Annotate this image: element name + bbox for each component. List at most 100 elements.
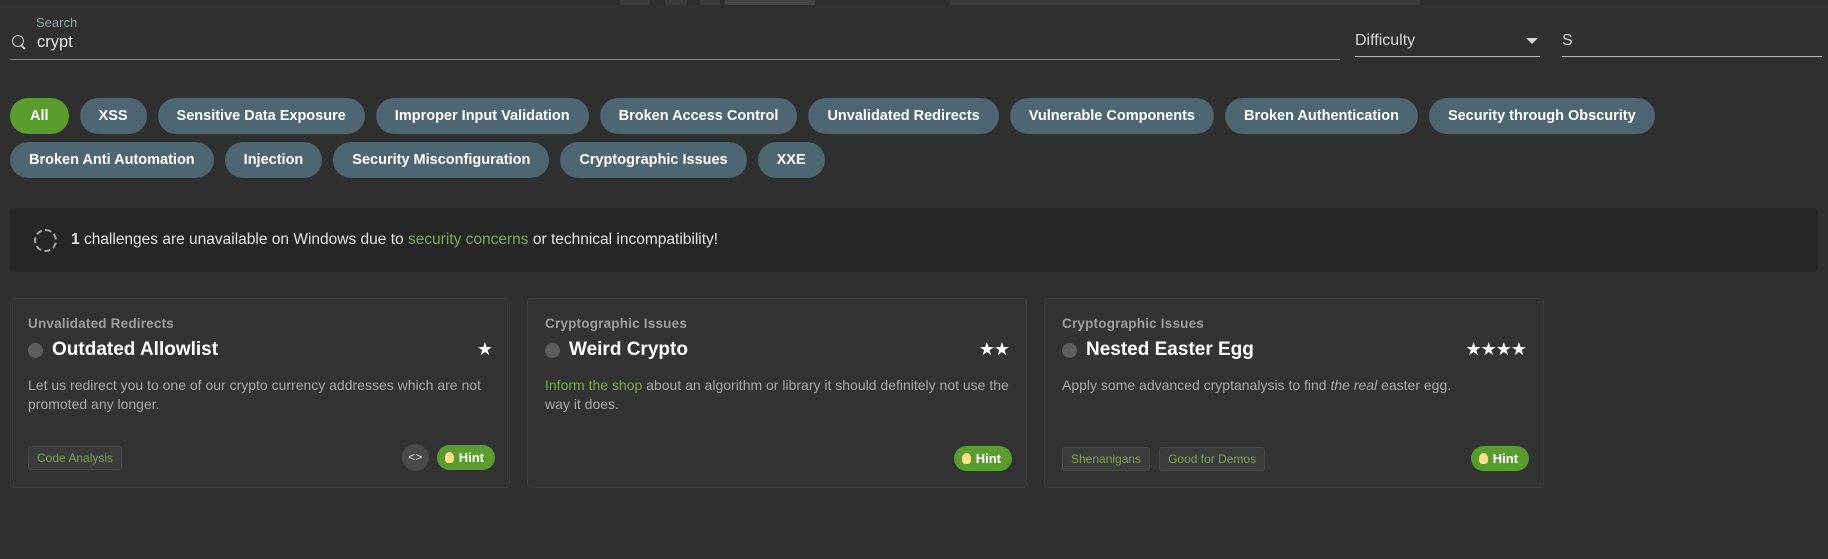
lightbulb-icon — [1478, 453, 1488, 464]
category-chip-sensitive-data-exposure[interactable]: Sensitive Data Exposure — [157, 98, 365, 134]
challenge-title-group: Outdated Allowlist — [28, 339, 218, 361]
hint-button-label: Hint — [1492, 451, 1518, 466]
challenge-tag[interactable]: Good for Demos — [1159, 446, 1266, 471]
challenge-card[interactable]: Cryptographic Issues Weird Crypto ★★ Inform… — [527, 298, 1027, 488]
hint-button[interactable]: Hint — [953, 446, 1012, 471]
search-input-row[interactable]: crypt — [10, 31, 1340, 60]
challenge-card-footer: Shenanigans Good for Demos Hint — [1062, 446, 1529, 471]
challenge-tag[interactable]: Shenanigans — [1062, 446, 1151, 471]
hint-button[interactable]: Hint — [1470, 446, 1529, 471]
hint-button[interactable]: Hint — [436, 445, 495, 470]
description-text: Let us redirect you to one of our crypto… — [28, 377, 481, 412]
category-chip-vulnerable-components[interactable]: Vulnerable Components — [1009, 98, 1214, 134]
category-chip-security-misconfiguration[interactable]: Security Misconfiguration — [333, 142, 550, 178]
description-link[interactable]: Inform the shop — [545, 377, 642, 393]
category-chip-improper-input-validation[interactable]: Improper Input Validation — [375, 98, 589, 134]
banner-count: 1 — [71, 231, 80, 248]
challenge-name: Weird Crypto — [569, 339, 688, 360]
status-select-wrapper[interactable]: S — [1562, 32, 1822, 57]
hint-button-label: Hint — [975, 451, 1001, 466]
category-chip-unvalidated-redirects[interactable]: Unvalidated Redirects — [808, 98, 999, 134]
chip-label: Improper Input Validation — [394, 108, 570, 124]
challenge-name: Outdated Allowlist — [52, 339, 219, 360]
chip-label: Broken Authentication — [1243, 108, 1399, 124]
chip-label: XXE — [776, 152, 806, 168]
challenge-tags: Code Analysis — [28, 445, 123, 470]
difficulty-stars: ★ — [476, 339, 493, 359]
chip-label: Injection — [243, 152, 304, 168]
search-label: Search — [36, 15, 78, 30]
challenge-card-footer: Code Analysis <> Hint — [28, 444, 495, 471]
chevron-down-icon[interactable] — [1526, 38, 1538, 44]
lightbulb-icon — [444, 452, 454, 463]
chip-label: Sensitive Data Exposure — [176, 108, 346, 124]
challenge-card[interactable]: Cryptographic Issues Nested Easter Egg ★★★… — [1044, 298, 1544, 488]
category-filter-chips: All XSS Sensitive Data Exposure Improper In… — [10, 98, 1828, 186]
lightbulb-icon — [961, 453, 971, 464]
description-text: easter egg. — [1377, 377, 1452, 393]
chip-row-2: Broken Anti Automation Injection Security … — [10, 142, 1828, 178]
chip-label: Cryptographic Issues — [579, 152, 728, 168]
challenge-description: Inform the shop about an algorithm or li… — [545, 376, 1009, 414]
category-chip-all[interactable]: All — [10, 98, 69, 134]
unavailable-challenges-banner: 1 challenges are unavailable on Windows … — [10, 208, 1818, 272]
challenge-title-row: Nested Easter Egg ★★★★ — [1062, 339, 1527, 361]
code-snippet-icon-button[interactable]: <> — [401, 444, 429, 471]
difficulty-stars: ★★★★ — [1465, 339, 1527, 359]
banner-text-after: or technical incompatibility! — [532, 231, 719, 248]
category-chip-broken-anti-automation[interactable]: Broken Anti Automation — [10, 142, 214, 178]
chip-label: All — [30, 108, 49, 124]
challenge-card-footer: Hint — [545, 446, 1012, 471]
chip-label: Unvalidated Redirects — [827, 108, 980, 124]
status-select[interactable]: S — [1562, 32, 1822, 57]
hint-button-label: Hint — [458, 450, 484, 465]
challenge-title-group: Weird Crypto — [545, 339, 688, 361]
challenge-title-row: Weird Crypto ★★ — [545, 339, 1010, 361]
score-board-page: Search crypt Difficulty S All XSS Sensitiv… — [0, 0, 1828, 559]
challenge-category: Unvalidated Redirects — [28, 316, 174, 331]
challenge-actions: Hint — [1470, 446, 1529, 471]
banner-text: 1 challenges are unavailable on Windows … — [71, 231, 718, 249]
challenge-category: Cryptographic Issues — [545, 316, 688, 331]
difficulty-select[interactable]: Difficulty — [1355, 32, 1540, 57]
chip-label: Vulnerable Components — [1028, 108, 1195, 124]
chip-row-1: All XSS Sensitive Data Exposure Improper In… — [10, 98, 1828, 134]
challenge-tags: Shenanigans Good for Demos — [1062, 446, 1266, 471]
challenge-tag[interactable]: Code Analysis — [28, 445, 123, 470]
challenge-description: Let us redirect you to one of our crypto… — [28, 376, 492, 414]
category-chip-cryptographic-issues[interactable]: Cryptographic Issues — [560, 142, 747, 178]
search-input[interactable]: crypt — [37, 31, 73, 53]
category-chip-broken-authentication[interactable]: Broken Authentication — [1224, 98, 1418, 134]
security-concerns-link[interactable]: security concerns — [408, 231, 529, 248]
banner-text-before: challenges are unavailable on Windows du… — [83, 231, 404, 248]
challenge-actions: <> Hint — [401, 444, 495, 471]
challenge-description: Apply some advanced cryptanalysis to fin… — [1062, 376, 1526, 395]
difficulty-select-wrapper[interactable]: Difficulty — [1355, 32, 1540, 57]
challenge-card-list: Unvalidated Redirects Outdated Allowlist ★… — [10, 298, 1544, 488]
category-chip-xxe[interactable]: XXE — [757, 142, 825, 178]
challenge-card[interactable]: Unvalidated Redirects Outdated Allowlist ★… — [10, 298, 510, 488]
spinner-icon — [34, 228, 57, 252]
category-chip-broken-access-control[interactable]: Broken Access Control — [599, 98, 798, 134]
challenge-status-dot-icon — [545, 342, 560, 358]
category-chip-xss[interactable]: XSS — [79, 98, 147, 134]
challenge-category: Cryptographic Issues — [1062, 316, 1205, 331]
description-emphasis: the real — [1330, 377, 1378, 393]
chip-label: Broken Anti Automation — [29, 152, 195, 168]
challenge-title-row: Outdated Allowlist ★ — [28, 339, 493, 361]
challenge-status-dot-icon — [1062, 342, 1077, 358]
chip-label: XSS — [98, 108, 128, 124]
status-label: S — [1562, 32, 1573, 49]
challenge-name: Nested Easter Egg — [1086, 339, 1254, 360]
chip-label: Broken Access Control — [618, 108, 779, 124]
filter-header: Search crypt Difficulty S — [0, 5, 1828, 83]
search-icon — [11, 34, 28, 51]
search-field-wrapper[interactable]: Search crypt — [10, 15, 1340, 60]
category-chip-security-through-obscurity[interactable]: Security through Obscurity — [1428, 98, 1655, 134]
challenge-title-group: Nested Easter Egg — [1062, 339, 1254, 361]
difficulty-label: Difficulty — [1355, 32, 1416, 49]
category-chip-injection[interactable]: Injection — [224, 142, 323, 178]
description-text: Apply some advanced cryptanalysis to fin… — [1062, 377, 1331, 393]
difficulty-stars: ★★ — [978, 339, 1010, 359]
chip-label: Security through Obscurity — [1447, 108, 1636, 124]
